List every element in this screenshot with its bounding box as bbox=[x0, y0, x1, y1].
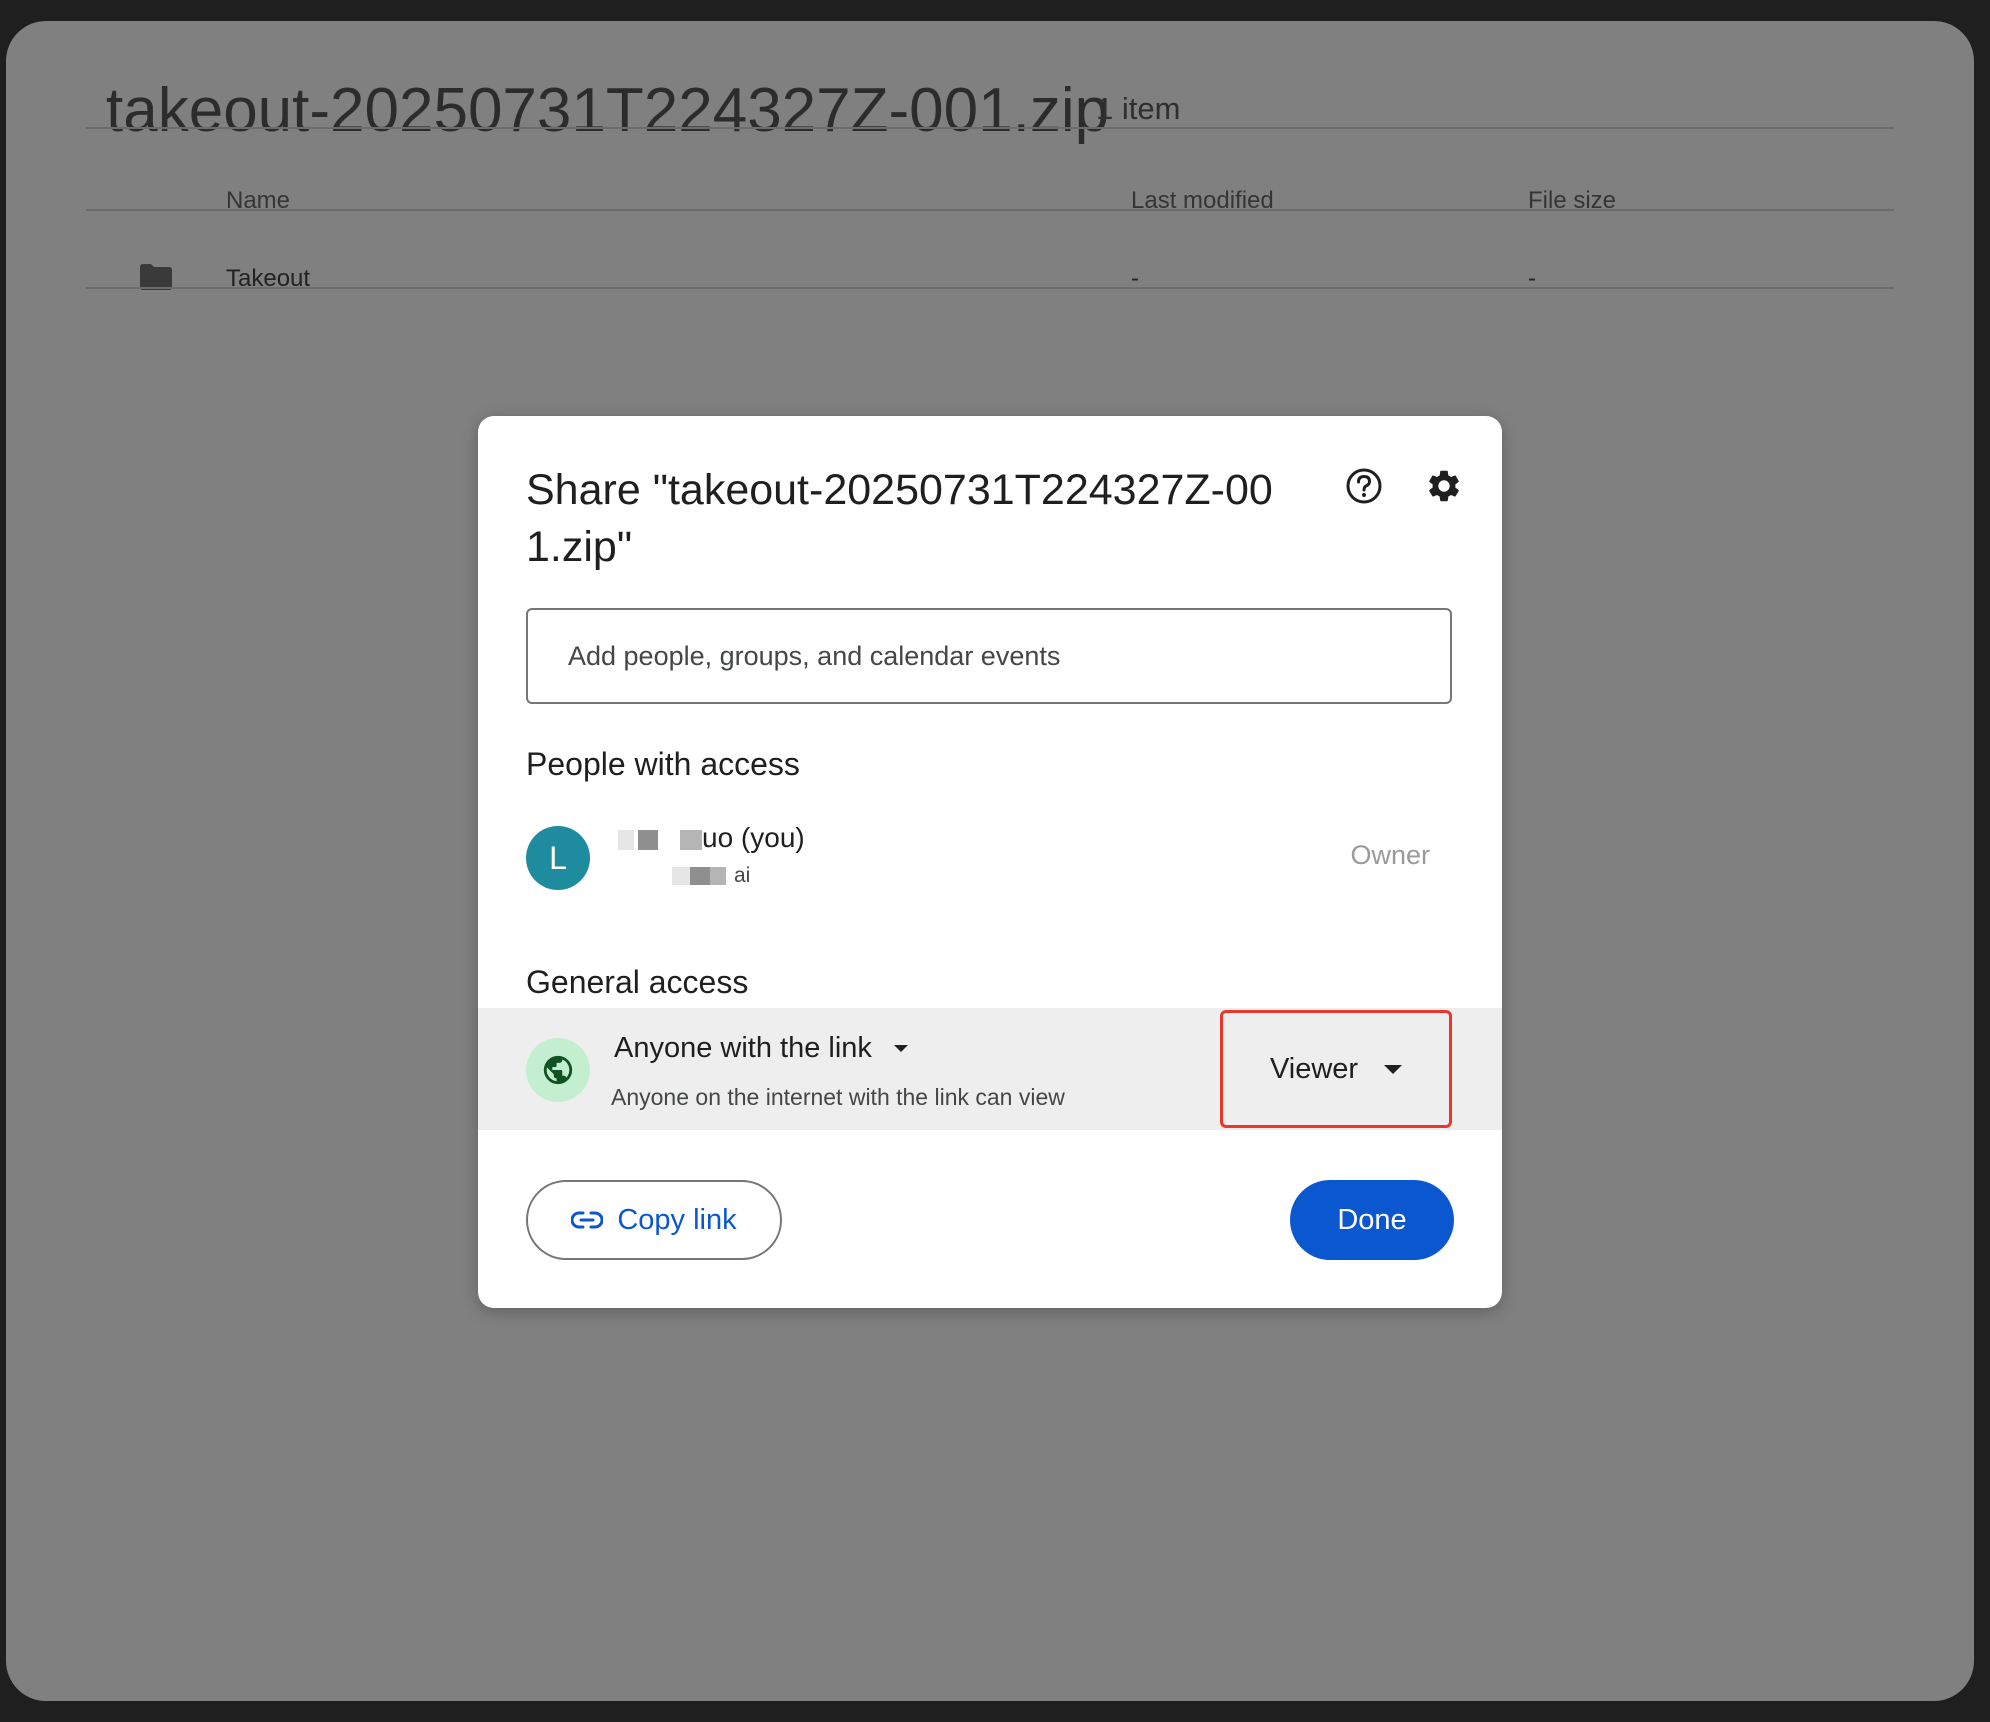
person-name: uo (you) bbox=[618, 822, 805, 854]
globe-icon-container bbox=[526, 1038, 590, 1102]
person-email: ai bbox=[618, 864, 750, 888]
copy-link-button[interactable]: Copy link bbox=[526, 1180, 782, 1260]
caret-down-icon bbox=[893, 1045, 908, 1052]
general-access-row: Anyone with the link Anyone on the inter… bbox=[478, 1008, 1502, 1130]
caret-down-icon bbox=[1384, 1064, 1403, 1074]
settings-button[interactable] bbox=[1422, 464, 1466, 508]
archive-title: takeout-20250731T224327Z-001.zip bbox=[106, 76, 1110, 145]
globe-icon bbox=[543, 1055, 573, 1085]
redacted-block bbox=[618, 829, 634, 850]
dialog-title: Share "takeout-20250731T224327Z-001.zip" bbox=[526, 466, 1273, 571]
redacted-block bbox=[638, 829, 658, 850]
general-access-heading: General access bbox=[526, 964, 749, 1000]
redacted-block bbox=[690, 867, 710, 886]
help-icon bbox=[1346, 468, 1382, 504]
redacted-block bbox=[672, 867, 690, 886]
people-with-access-heading: People with access bbox=[526, 746, 800, 782]
redacted-block bbox=[710, 867, 726, 886]
header-divider bbox=[86, 209, 1894, 211]
row-divider bbox=[86, 287, 1894, 289]
avatar: L bbox=[526, 826, 590, 890]
redacted-block bbox=[680, 829, 702, 850]
access-type-dropdown[interactable]: Anyone with the link bbox=[614, 1032, 908, 1065]
settings-icon bbox=[1429, 470, 1459, 502]
owner-role-label: Owner bbox=[1350, 840, 1430, 870]
done-button[interactable]: Done bbox=[1290, 1180, 1454, 1260]
item-count: 1 item bbox=[1096, 91, 1181, 126]
add-people-input[interactable] bbox=[526, 608, 1452, 704]
link-icon bbox=[571, 1211, 604, 1229]
access-description: Anyone on the internet with the link can… bbox=[611, 1084, 1065, 1110]
share-dialog: Share "takeout-20250731T224327Z-001.zip"… bbox=[478, 416, 1502, 1308]
title-divider bbox=[86, 127, 1894, 129]
screen: takeout-20250731T224327Z-001.zip 1 item … bbox=[0, 0, 1990, 1722]
help-button[interactable] bbox=[1342, 464, 1386, 508]
viewer-role-dropdown[interactable]: Viewer bbox=[1220, 1010, 1452, 1128]
